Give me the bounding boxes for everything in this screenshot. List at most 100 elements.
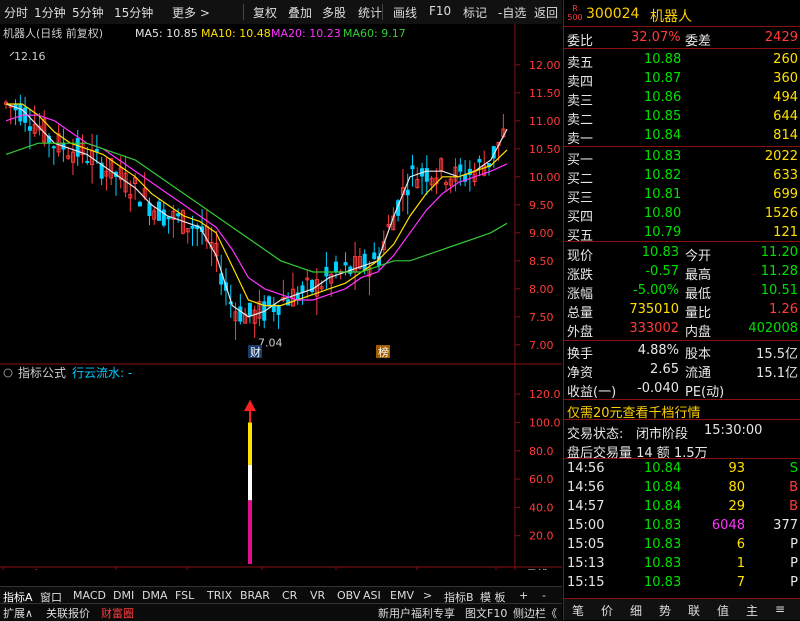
indicator-tab[interactable]: FSL <box>175 589 194 602</box>
ask-volume: 260 <box>773 52 798 67</box>
toolbar-separator <box>243 4 244 20</box>
bid-price: 10.82 <box>644 168 682 183</box>
trade-status-time: 15:30:00 <box>704 423 763 438</box>
weicha-label: 委差 <box>685 34 712 49</box>
candle-body <box>458 164 463 172</box>
stock-badge: R 500 <box>566 4 584 22</box>
tick-row: 14:56 10.84 80 B <box>564 478 800 498</box>
bid-row: 买一 10.83 2022 <box>564 147 800 168</box>
quote-value: 402008 <box>748 321 798 336</box>
toolbar-item[interactable]: 画线 <box>393 4 417 21</box>
stat-value: 2.65 <box>650 362 679 377</box>
indicator-tab[interactable]: DMI <box>113 589 134 602</box>
tick-volume: 1 <box>736 556 745 571</box>
indicator-tab[interactable]: - <box>542 589 546 602</box>
indicator-tab[interactable]: EMV <box>390 589 414 602</box>
indicator-bar-white <box>248 464 252 501</box>
kline-chart-area[interactable]: 机器人(日线 前复权) MA5: 10.85 MA10: 10.48 MA20: 10… <box>0 24 562 581</box>
indicator-tab[interactable]: DMA <box>142 589 168 602</box>
time-label: 3 <box>118 568 125 570</box>
toolbar-item[interactable]: 15分钟 <box>114 4 153 21</box>
weibi-row: 委比 32.07% 委差 2429 <box>564 28 800 49</box>
right-tab[interactable]: 势 <box>659 602 671 619</box>
bid-volume: 633 <box>773 168 798 183</box>
toolbar-item[interactable]: 叠加 <box>288 4 312 21</box>
time-label: 4 <box>189 568 196 570</box>
extension-tab[interactable]: 扩展∧ <box>3 605 33 621</box>
indicator-tab[interactable]: > <box>423 589 432 602</box>
indicator-tick-label: 40.0 <box>529 501 554 514</box>
tick-volume: 93 <box>728 461 745 476</box>
ask-row: 卖四 10.87 360 <box>564 69 800 90</box>
indicator-tab[interactable]: + <box>519 589 528 602</box>
time-label: 8 <box>498 568 505 570</box>
weicha-value: 2429 <box>764 30 798 45</box>
right-tab[interactable]: ≡ <box>775 602 785 616</box>
extension-tab[interactable]: 新用户福利专享 <box>378 605 455 621</box>
ma20-label: MA20: 10.23 <box>271 27 341 40</box>
tick-time: 14:56 <box>567 480 605 495</box>
toolbar-item[interactable]: 多股 <box>322 4 346 21</box>
indicator-tab[interactable]: TRIX <box>207 589 232 602</box>
ask-label: 卖一 <box>567 132 594 147</box>
time-label: 5 <box>264 568 271 570</box>
extension-tab[interactable]: 侧边栏《 <box>513 605 557 621</box>
candle-body <box>18 104 23 122</box>
bid-row: 买三 10.81 699 <box>564 185 800 206</box>
after-hours-row: 盘后交易量 14 额 1.5万 <box>564 440 800 461</box>
high-label: 12.16 <box>14 50 46 63</box>
quote-label: 外盘 <box>567 325 594 340</box>
indicator-tab[interactable]: CR <box>282 589 297 602</box>
right-tab[interactable]: 价 <box>601 602 613 619</box>
tick-row: 15:00 10.83 6048 377 <box>564 516 800 536</box>
extension-tab[interactable]: 关联报价 <box>46 605 90 621</box>
right-tab[interactable]: 笔 <box>572 602 584 619</box>
kline-chart-svg[interactable]: 机器人(日线 前复权) MA5: 10.85 MA10: 10.48 MA20: 10… <box>0 24 562 581</box>
toolbar-item[interactable]: F10 <box>429 4 451 18</box>
bid-price: 10.81 <box>644 187 682 202</box>
extension-tab[interactable]: 图文F10 <box>465 605 507 621</box>
toolbar-item[interactable]: -自选 <box>498 4 526 21</box>
indicator-bar-yellow <box>248 422 252 465</box>
bid-volume: 1526 <box>764 206 798 221</box>
right-tab[interactable]: 值 <box>717 602 729 619</box>
price-tick-label: 8.00 <box>529 283 554 296</box>
extension-tab[interactable]: 财富圈 <box>101 605 134 621</box>
indicator-tab[interactable]: OBV <box>337 589 360 602</box>
stat-label: 收益(一) <box>567 385 617 400</box>
tick-price: 10.84 <box>644 480 682 495</box>
time-label: 6 <box>338 568 345 570</box>
quote-value: -5.00% <box>633 283 679 298</box>
divider <box>564 241 800 242</box>
bang-marker: 榜 <box>378 345 389 359</box>
toolbar-item[interactable]: 5分钟 <box>72 4 104 21</box>
right-tab[interactable]: 细 <box>630 602 642 619</box>
tick-time: 14:57 <box>567 499 605 514</box>
indicator-tab[interactable]: BRAR <box>240 589 270 602</box>
candle-body <box>176 213 181 217</box>
candle-body <box>247 302 252 317</box>
right-tab[interactable]: 联 <box>688 602 700 619</box>
toolbar-item[interactable]: 复权 <box>253 4 277 21</box>
right-tab[interactable]: 主 <box>746 602 758 619</box>
toolbar-item[interactable]: 返回 <box>534 4 558 21</box>
toolbar-item[interactable]: 分时 <box>4 4 28 21</box>
indicator-tab[interactable]: MACD <box>73 589 106 602</box>
toolbar-item[interactable]: 更多 > <box>172 4 210 21</box>
bid-volume: 2022 <box>764 149 798 164</box>
quote-value: 11.28 <box>760 264 798 279</box>
indicator-tab[interactable]: VR <box>310 589 325 602</box>
tick-row: 15:13 10.83 1 P <box>564 554 800 574</box>
candle-body <box>238 306 243 322</box>
candle-body <box>410 165 415 170</box>
indicator-tab[interactable]: ASI <box>363 589 381 602</box>
price-tick-label: 10.00 <box>529 171 561 184</box>
toolbar-item[interactable]: 标记 <box>463 4 487 21</box>
toolbar-item[interactable]: 1分钟 <box>34 4 66 21</box>
time-label: 7 <box>419 568 426 570</box>
candle-body <box>27 126 32 131</box>
price-tick-label: 7.00 <box>529 339 554 352</box>
candle-body <box>405 189 410 196</box>
toolbar-item[interactable]: 统计 <box>358 4 382 21</box>
promo-link[interactable]: 仅需20元查看千档行情 <box>564 400 800 421</box>
